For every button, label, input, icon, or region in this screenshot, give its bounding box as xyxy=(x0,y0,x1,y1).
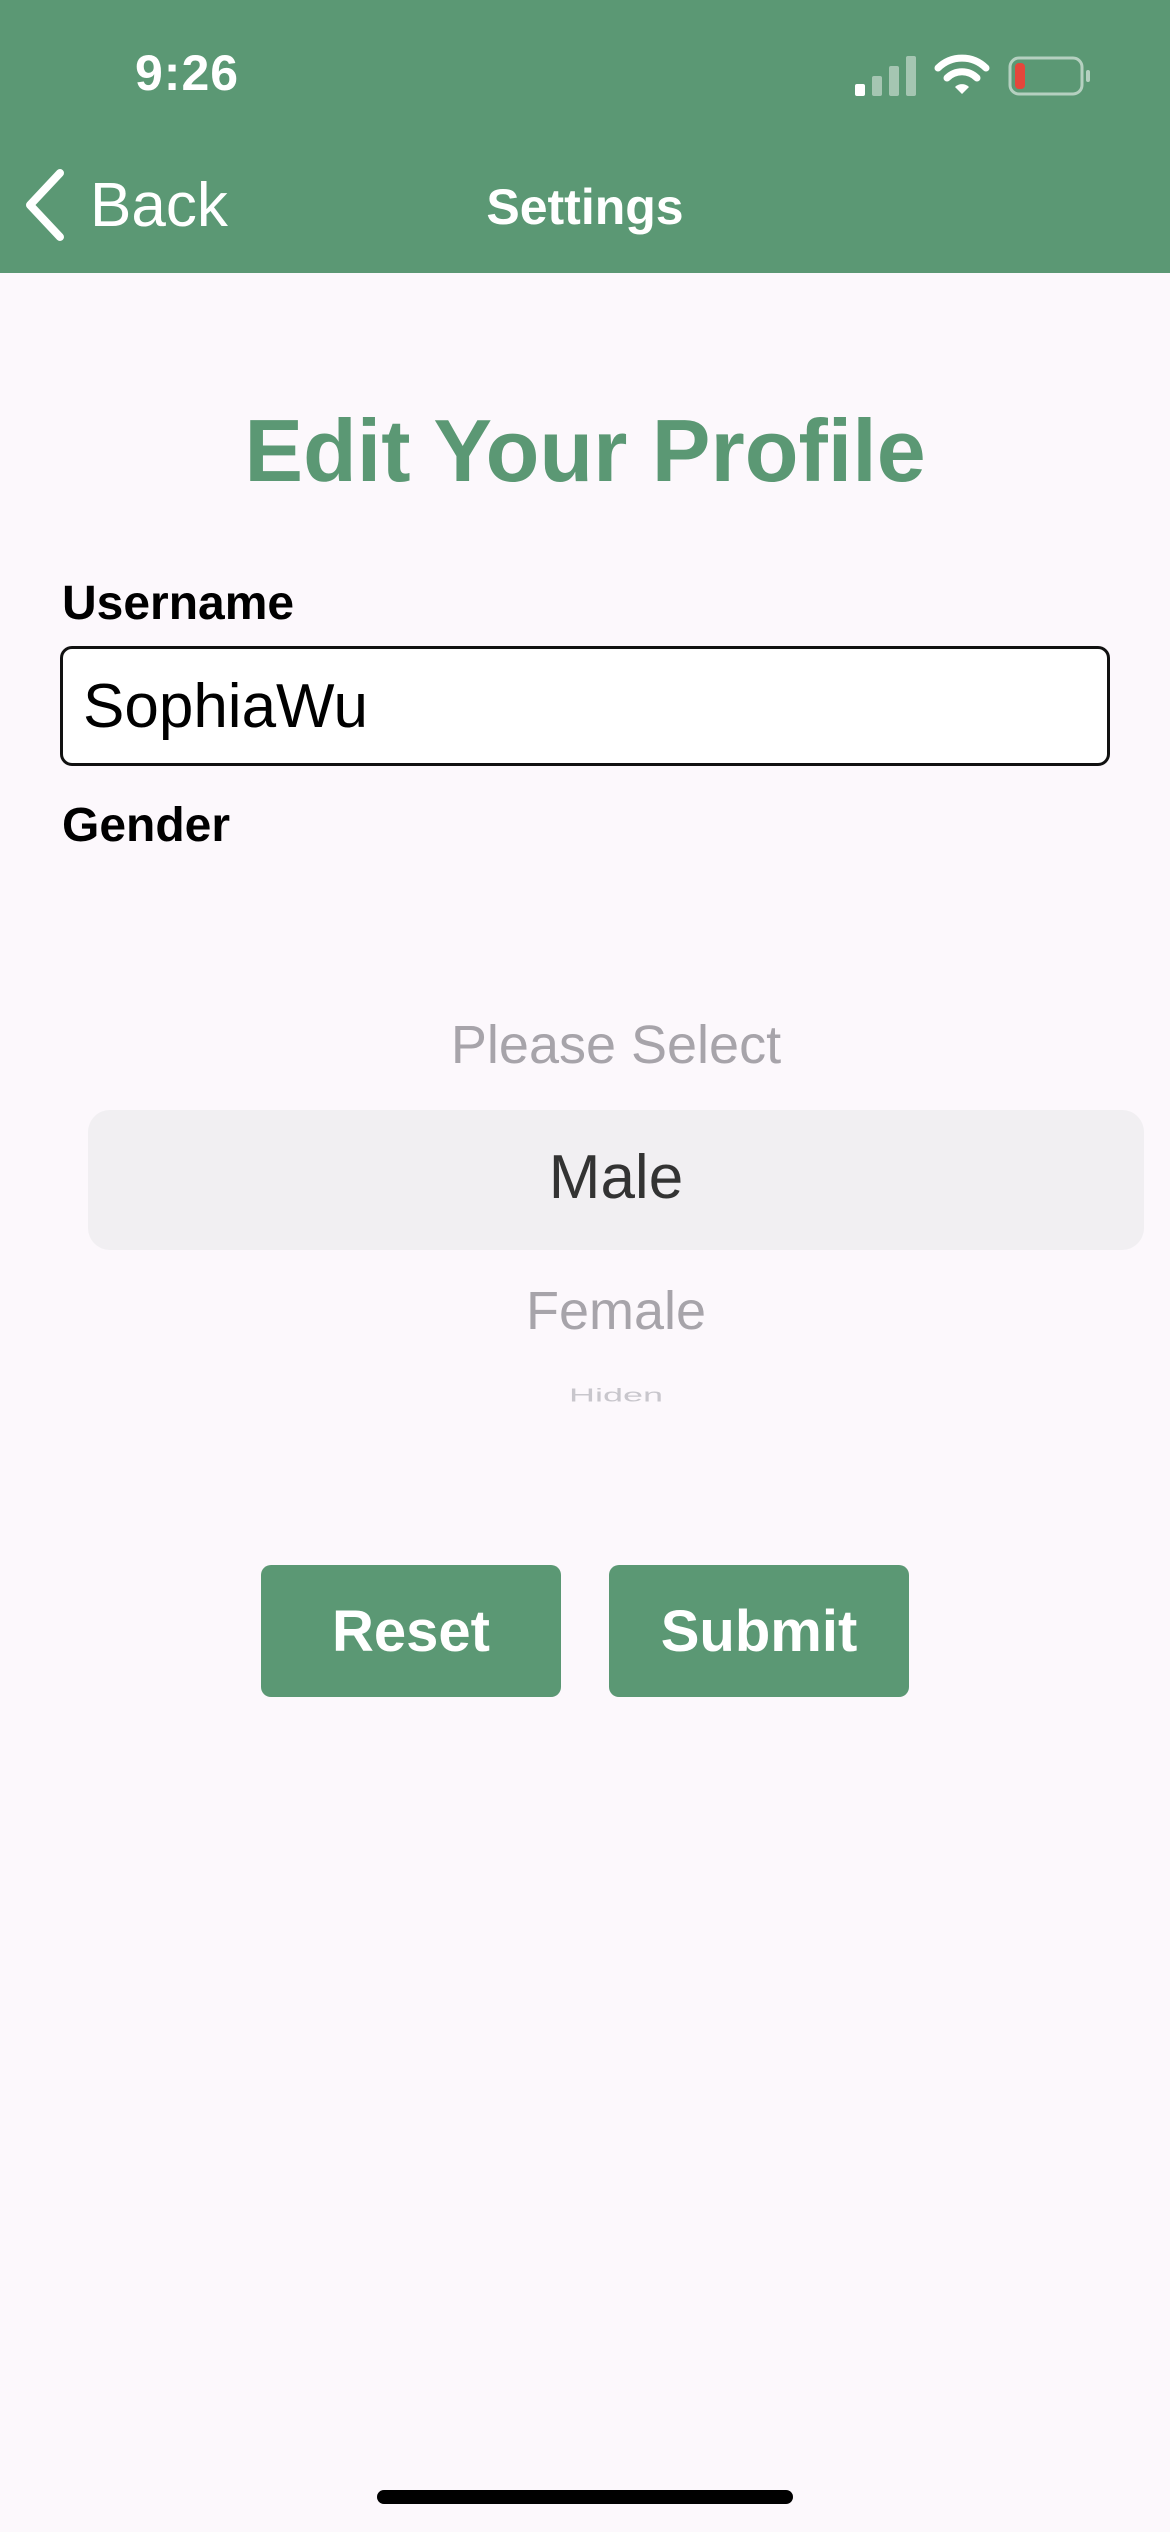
nav-title: Settings xyxy=(486,179,684,235)
signal-bars-icon xyxy=(855,56,916,96)
picker-option-female[interactable]: Female xyxy=(88,1280,1144,1342)
header-bar: 9:26 Back Settings xyxy=(0,0,1170,273)
picker-option-please-select[interactable]: Please Select xyxy=(88,1014,1144,1076)
username-input[interactable] xyxy=(60,646,1110,766)
reset-button[interactable]: Reset xyxy=(261,1565,561,1697)
gender-label: Gender xyxy=(62,799,231,852)
picker-option-hiden[interactable]: Hiden xyxy=(88,1385,1144,1406)
username-label: Username xyxy=(62,577,295,630)
picker-option-male[interactable]: Male xyxy=(88,1142,1144,1213)
status-time: 9:26 xyxy=(135,45,240,101)
submit-button[interactable]: Submit xyxy=(609,1565,909,1697)
battery-low-icon xyxy=(1008,56,1090,96)
screen: 9:26 Back Settings Edit Your Profile Use… xyxy=(0,0,1170,2532)
gender-picker[interactable]: Please Select Male Female Hiden xyxy=(0,980,1170,1440)
home-indicator[interactable] xyxy=(377,2490,793,2504)
page-title: Edit Your Profile xyxy=(244,401,926,500)
wifi-icon xyxy=(934,54,990,94)
